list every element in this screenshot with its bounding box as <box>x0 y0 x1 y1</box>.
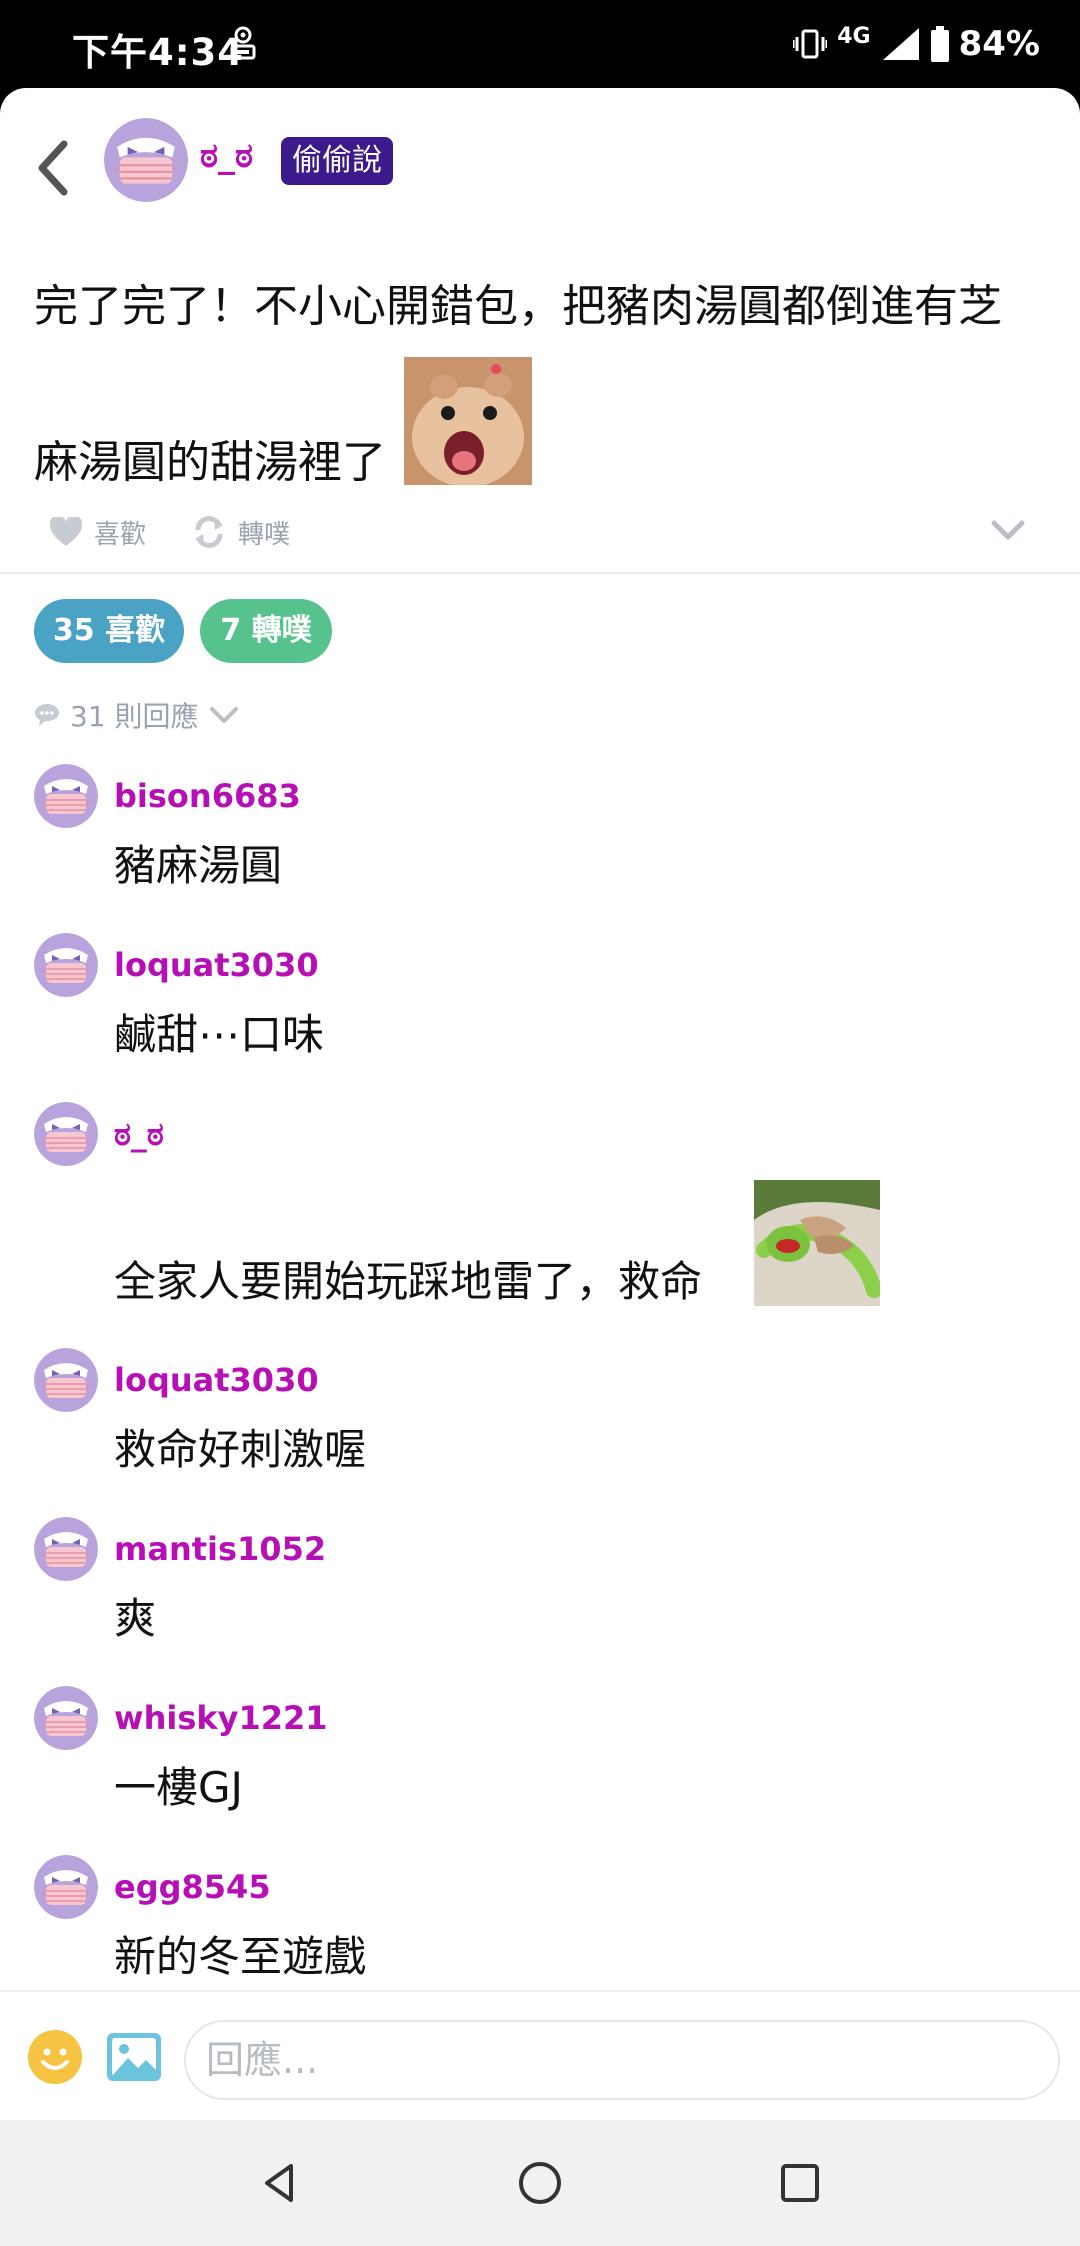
comment-username[interactable]: loquat3030 <box>114 1361 319 1399</box>
battery-percent: 84% <box>958 24 1040 64</box>
commenter-avatar[interactable] <box>34 1686 98 1750</box>
speech-bubble-icon <box>35 704 59 726</box>
commenter-avatar[interactable] <box>34 764 98 828</box>
status-bar: 下午4:34 4G 84% <box>0 0 1080 88</box>
reply-bar: 回應... <box>0 1990 1080 2122</box>
chevron-down-icon <box>209 707 238 723</box>
divider <box>0 572 1080 574</box>
post-content-line2: 麻湯圓的甜湯裡了 <box>34 437 386 488</box>
comment-text: 救命好刺激喔 <box>114 1425 367 1474</box>
heart-icon <box>50 517 82 546</box>
author-name[interactable]: ಠ_ಠ <box>200 136 253 176</box>
comment-username[interactable]: egg8545 <box>114 1868 271 1906</box>
post-content-line1: 完了完了！不小心開錯包，把豬肉湯圓都倒進有芝 <box>34 281 1002 332</box>
nav-recents-icon[interactable] <box>775 2158 825 2208</box>
nav-home-icon[interactable] <box>515 2158 565 2208</box>
comment-text: 鹹甜⋯口味 <box>114 1010 325 1059</box>
comment-text: 全家人要開始玩踩地雷了，救命 <box>114 1257 703 1306</box>
hamster-sticker-image[interactable] <box>404 357 532 485</box>
comment-text: 一樓GJ <box>114 1763 243 1812</box>
replurks-count-pill[interactable]: 7 轉噗 <box>200 599 332 663</box>
plurk-detail-sheet: ಠ_ಠ 偷偷說 完了完了！不小心開錯包，把豬肉湯圓都倒進有芝 麻湯圓的甜湯裡了 … <box>0 88 1080 2120</box>
emoji-icon[interactable] <box>28 2030 82 2084</box>
notification-icon <box>230 26 256 60</box>
anonymous-badge: 偷偷說 <box>281 137 393 185</box>
author-avatar[interactable] <box>104 118 188 202</box>
commenter-avatar[interactable] <box>34 1517 98 1581</box>
commenter-avatar[interactable] <box>34 1348 98 1412</box>
comment-username[interactable]: loquat3030 <box>114 946 319 984</box>
image-upload-icon[interactable] <box>106 2032 162 2082</box>
comment-text: 爽 <box>114 1594 157 1643</box>
back-icon[interactable] <box>34 138 74 198</box>
like-action[interactable]: 喜歡 <box>50 512 146 552</box>
network-type: 4G <box>837 23 871 49</box>
navigation-bar <box>0 2120 1080 2246</box>
status-time: 下午4:34 <box>72 31 245 74</box>
replurk-label: 轉噗 <box>238 519 291 550</box>
replurk-action[interactable]: 轉噗 <box>192 512 290 552</box>
commenter-avatar[interactable] <box>34 1102 98 1166</box>
chevron-down-icon[interactable] <box>990 518 1026 542</box>
reply-input[interactable]: 回應... <box>184 2020 1060 2100</box>
replurk-icon <box>195 516 223 548</box>
commenter-avatar[interactable] <box>34 933 98 997</box>
status-right: 4G 84% <box>793 20 1040 68</box>
vibrate-icon <box>793 29 828 59</box>
nav-back-icon[interactable] <box>255 2158 305 2208</box>
comment-username[interactable]: whisky1221 <box>114 1699 328 1737</box>
commenter-avatar[interactable] <box>34 1855 98 1919</box>
battery-icon <box>930 26 949 62</box>
comment-username[interactable]: bison6683 <box>114 777 301 815</box>
reply-count-toggle[interactable]: 31 則回應 <box>34 695 239 735</box>
comment-username[interactable]: ಠ_ಠ <box>114 1115 164 1154</box>
reply-count-label: 31 則回應 <box>70 700 199 733</box>
comment-username[interactable]: mantis1052 <box>114 1530 326 1568</box>
comment-text: 豬麻湯圓 <box>114 841 283 890</box>
kermit-cpr-sticker-image[interactable] <box>754 1180 880 1306</box>
like-label: 喜歡 <box>94 519 147 550</box>
comment-text: 新的冬至遊戲 <box>114 1932 367 1981</box>
likes-count-pill[interactable]: 35 喜歡 <box>34 599 184 663</box>
signal-icon <box>882 28 919 60</box>
